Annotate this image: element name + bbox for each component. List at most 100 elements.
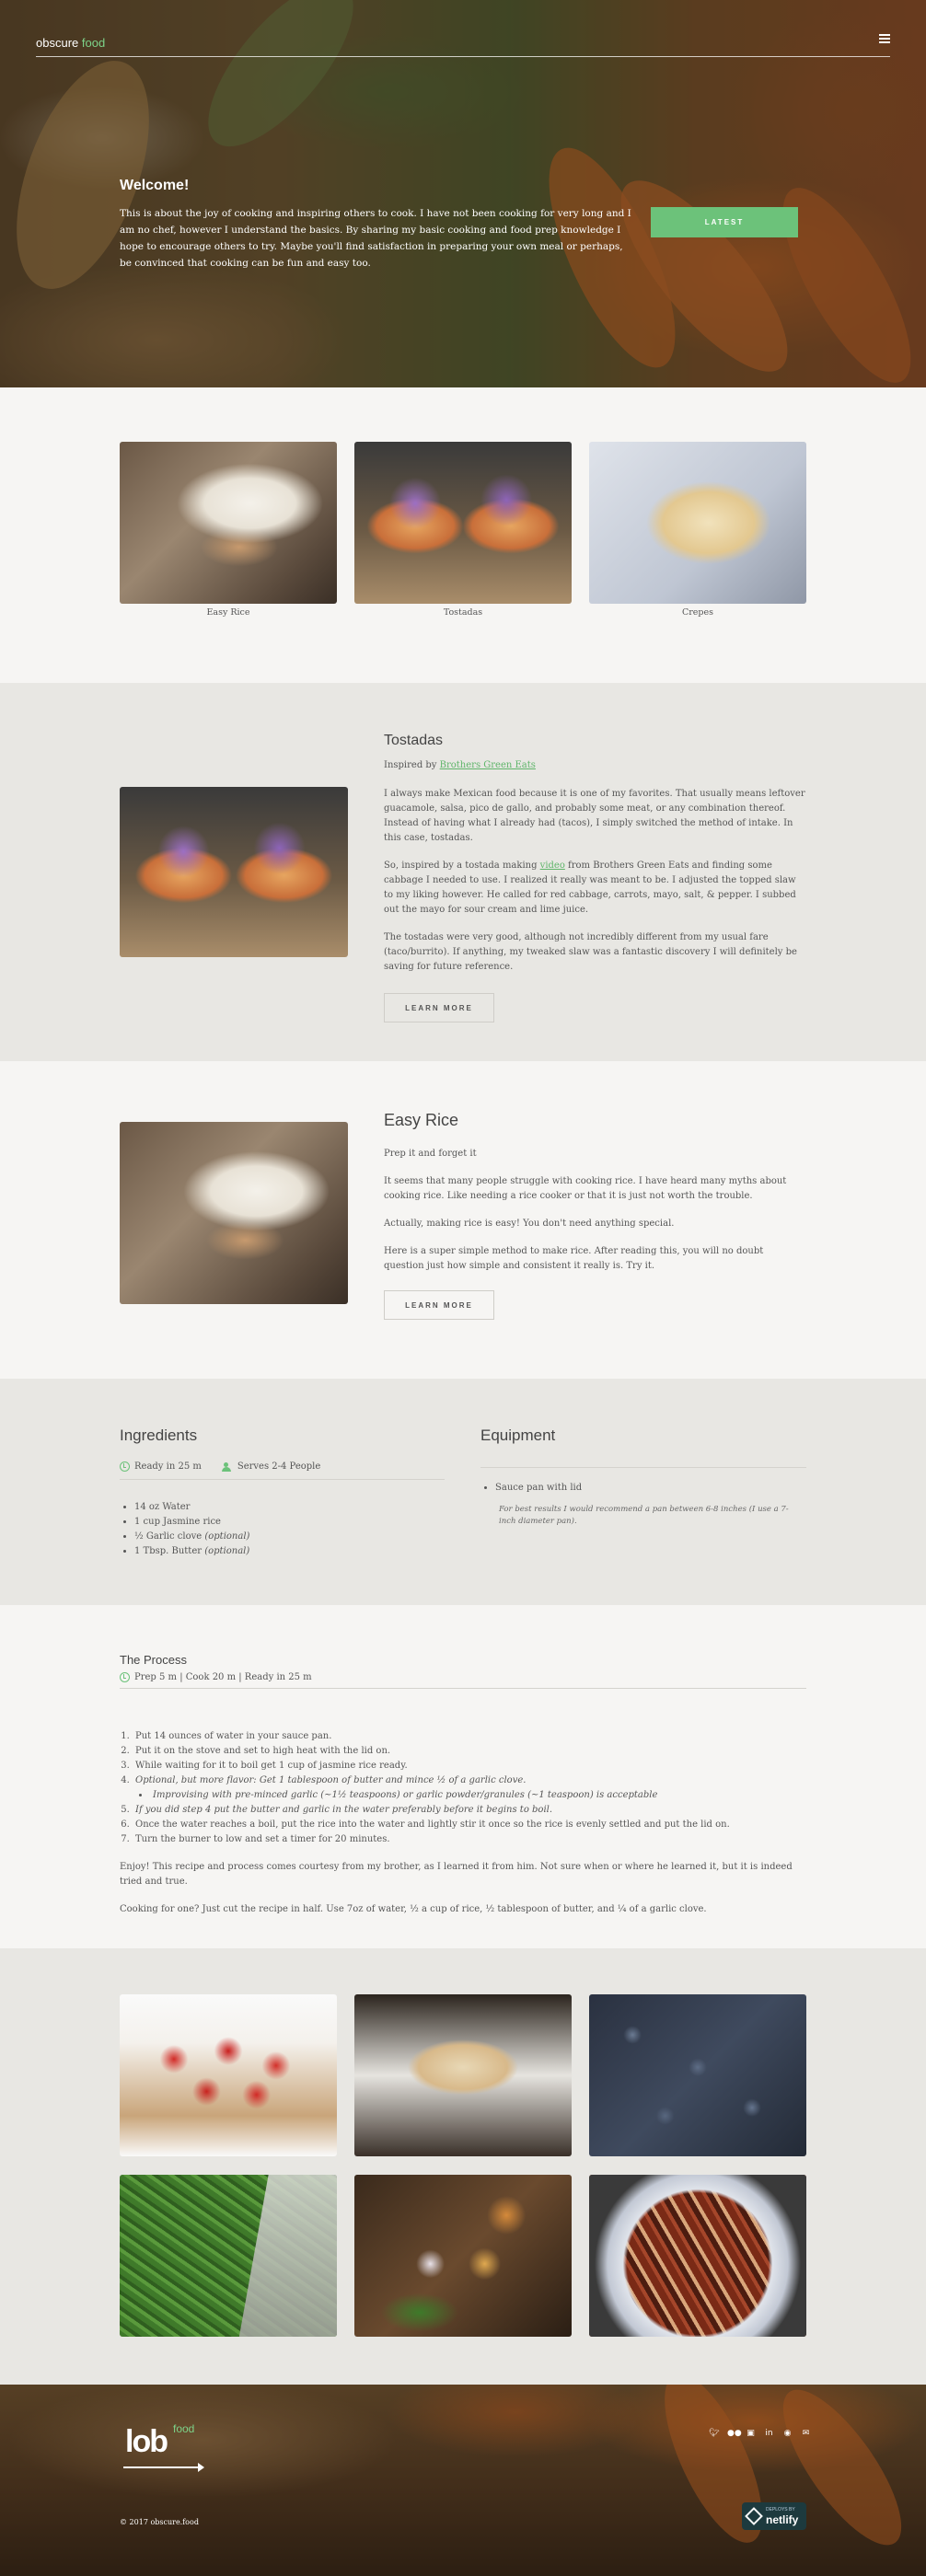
gallery-caption: Crepes	[681, 607, 713, 618]
divider	[480, 1467, 806, 1468]
linkedin-icon[interactable]: in	[764, 2429, 774, 2439]
badge-title: netlify	[766, 2513, 799, 2526]
clock-icon	[120, 1461, 130, 1472]
rice-paragraph-4: Here is a super simple method to make ri…	[384, 1246, 764, 1271]
rice-learn-more-button[interactable]: LEARN MORE	[384, 1290, 494, 1320]
easy-rice-image[interactable]	[120, 442, 337, 604]
hero-text: This is about the joy of cooking and ins…	[120, 208, 631, 269]
copyright: © 2017 obscure.food	[120, 2518, 199, 2526]
tostadas-section: Tostadas Inspired by Brothers Green Eats…	[0, 683, 926, 1061]
ingredient-text: 14 oz Water	[134, 1502, 191, 1512]
equipment-column: Equipment Sauce pan with lid For best re…	[480, 1427, 806, 1528]
tostadas-paragraph-3: The tostadas were very good, although no…	[384, 932, 797, 972]
hero-title: Welcome!	[120, 178, 190, 193]
people-icon	[221, 1461, 233, 1472]
blueberries-image[interactable]	[589, 1994, 806, 2156]
serves: Serves 2-4 People	[237, 1461, 321, 1472]
ingredients-title: Ingredients	[120, 1427, 198, 1444]
brand-logo[interactable]: obscure food	[36, 36, 105, 50]
tostadas-feature-image	[120, 787, 348, 957]
ingredient-text: 1 Tbsp. Butter	[134, 1546, 203, 1556]
latest-button[interactable]: LATEST	[651, 207, 798, 237]
ingredients-meta: Ready in 25 m Serves 2-4 People	[120, 1461, 445, 1472]
ingredients-column: Ingredients Ready in 25 m Serves 2-4 Peo…	[120, 1427, 445, 1559]
divider	[120, 1688, 806, 1689]
hero: obscure food Welcome! This is about the …	[0, 0, 926, 387]
process-paragraph-2: Cooking for one? Just cut the recipe in …	[120, 1904, 707, 1914]
optional-tag: (optional)	[204, 1546, 250, 1556]
process-step: While waiting for it to boil get 1 cup o…	[133, 1759, 806, 1773]
logo-accent: food	[173, 2422, 195, 2435]
rice-paragraph-3: Actually, making rice is easy! You don't…	[384, 1219, 675, 1229]
brothers-green-eats-link[interactable]: Brothers Green Eats	[440, 760, 536, 770]
ingredients-list: 14 oz Water 1 cup Jasmine rice ½ Garlic …	[120, 1500, 445, 1559]
gallery-card-crepes[interactable]: Crepes	[589, 442, 806, 618]
dessert-image[interactable]	[354, 1994, 572, 2156]
featured-gallery: Easy Rice Tostadas Crepes	[0, 387, 926, 683]
twitter-icon[interactable]: 🐦︎	[709, 2429, 719, 2439]
p2-before: So, inspired by a tostada making	[384, 861, 538, 871]
list-item: Sauce pan with lid	[495, 1481, 806, 1496]
footer: lob food 🐦︎ ●● ▣ in ◉ ✉ © 2017 obscure.f…	[0, 2385, 926, 2576]
arrow-icon	[123, 2463, 204, 2472]
logo-text: lob	[125, 2424, 168, 2459]
tostadas-title: Tostadas	[384, 733, 444, 748]
process-step: Put it on the stove and set to high heat…	[133, 1744, 806, 1759]
equipment-title: Equipment	[480, 1427, 556, 1444]
vegetables-image[interactable]	[354, 2175, 572, 2337]
easy-rice-title: Easy Rice	[384, 1111, 459, 1129]
ready-time: Ready in 25 m	[134, 1461, 202, 1472]
process-times: Prep 5 m | Cook 20 m | Ready in 25 m	[134, 1672, 312, 1682]
github-icon[interactable]: ◉	[782, 2429, 793, 2439]
crepes-image[interactable]	[589, 442, 806, 604]
process-step: Turn the burner to low and set a timer f…	[133, 1832, 806, 1847]
hamburger-icon[interactable]	[879, 34, 890, 43]
tostadas-paragraph-2: So, inspired by a tostada making video f…	[384, 859, 806, 918]
instagram-icon[interactable]: ▣	[746, 2429, 756, 2439]
process-paragraph-1: Enjoy! This recipe and process comes cou…	[120, 1862, 793, 1887]
list-item: 1 Tbsp. Butter (optional)	[134, 1544, 445, 1559]
bacon-image[interactable]	[589, 2175, 806, 2337]
process-step: Once the water reaches a boil, put the r…	[133, 1818, 806, 1832]
tostadas-learn-more-button[interactable]: LEARN MORE	[384, 993, 494, 1022]
rice-paragraph-2: It seems that many people struggle with …	[384, 1176, 787, 1201]
rice-paragraph-1: Prep it and forget it	[384, 1149, 477, 1159]
gallery-card-easy-rice[interactable]: Easy Rice	[120, 442, 337, 618]
flickr-icon[interactable]: ●●	[727, 2429, 742, 2439]
easy-rice-feature-image	[120, 1122, 348, 1304]
brand-name: obscure	[36, 36, 79, 50]
badge-caption: DEPLOYS BY	[766, 2507, 795, 2512]
step-text: Optional, but more flavor: Get 1 tablesp…	[135, 1775, 527, 1785]
process-section: The Process Prep 5 m | Cook 20 m | Ready…	[0, 1605, 926, 1948]
list-item: 1 cup Jasmine rice	[134, 1515, 445, 1530]
process-step: Optional, but more flavor: Get 1 tablesp…	[133, 1773, 806, 1803]
equipment-list: Sauce pan with lid	[480, 1481, 806, 1496]
ingredient-text: 1 cup Jasmine rice	[134, 1517, 221, 1527]
gallery-caption: Easy Rice	[206, 607, 250, 618]
ingredient-text: ½ Garlic clove	[134, 1531, 203, 1542]
strawberries-image[interactable]	[120, 1994, 337, 2156]
list-item: 14 oz Water	[134, 1500, 445, 1515]
process-steps: Put 14 ounces of water in your sauce pan…	[120, 1729, 806, 1847]
process-substep: Improvising with pre-minced garlic (~1½ …	[150, 1788, 806, 1803]
netlify-icon	[745, 2507, 763, 2525]
video-link[interactable]: video	[540, 861, 565, 871]
gallery-card-tostadas[interactable]: Tostadas	[354, 442, 572, 618]
inspired-prefix: Inspired by	[384, 760, 437, 770]
green-beans-image[interactable]	[120, 2175, 337, 2337]
equipment-note: For best results I would recommend a pan…	[499, 1505, 789, 1526]
optional-tag: (optional)	[204, 1531, 250, 1542]
photo-gallery	[0, 1948, 926, 2385]
list-item: ½ Garlic clove (optional)	[134, 1530, 445, 1544]
brand-accent: food	[81, 36, 106, 50]
clock-icon	[120, 1672, 130, 1682]
easy-rice-section: Easy Rice Prep it and forget it It seems…	[0, 1061, 926, 1379]
process-step: If you did step 4 put the butter and gar…	[133, 1803, 806, 1818]
tostadas-paragraph-1: I always make Mexican food because it is…	[384, 789, 805, 843]
email-icon[interactable]: ✉	[801, 2429, 811, 2439]
process-step: Put 14 ounces of water in your sauce pan…	[133, 1729, 806, 1744]
tostadas-image[interactable]	[354, 442, 572, 604]
process-meta: Prep 5 m | Cook 20 m | Ready in 25 m	[120, 1672, 806, 1682]
footer-logo[interactable]: lob food	[120, 2422, 212, 2473]
netlify-badge[interactable]: DEPLOYS BY netlify	[742, 2502, 806, 2530]
